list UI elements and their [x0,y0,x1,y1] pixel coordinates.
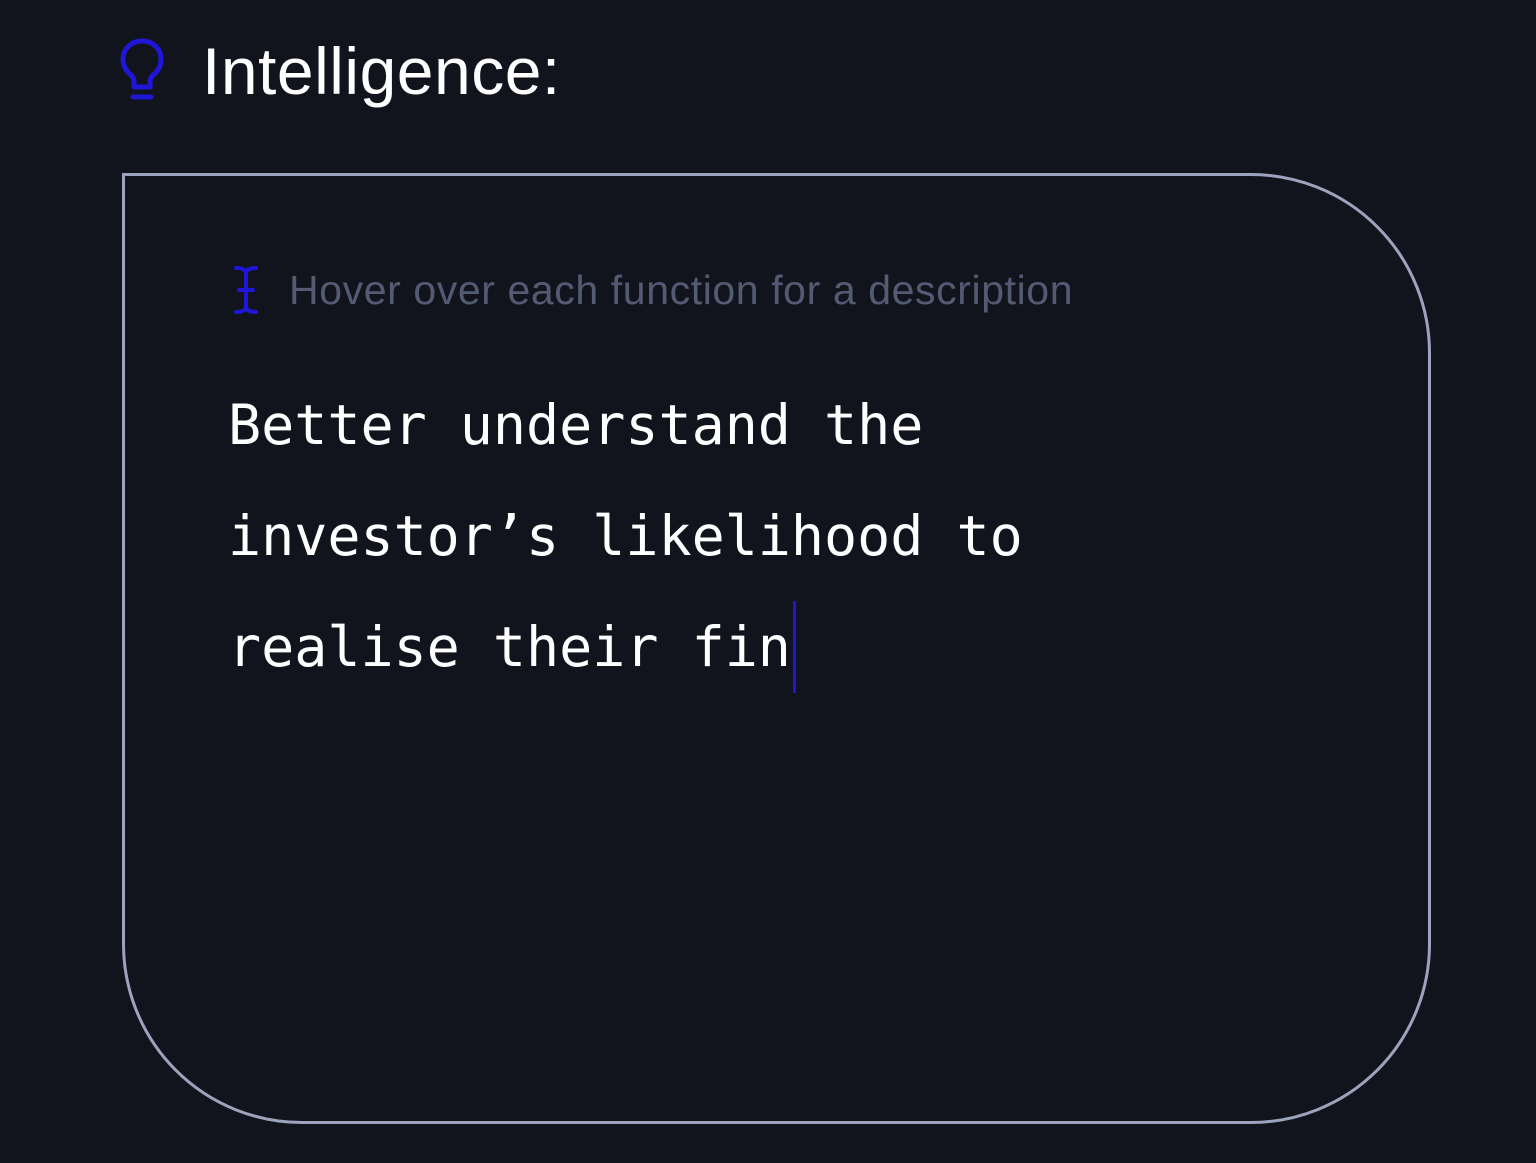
hint-text: Hover over each function for a descripti… [289,266,1074,313]
text-cursor-icon [231,264,261,316]
page: Intelligence: Hover over each function f… [0,0,1536,1163]
typed-line-2: investor’s likelihood to [228,504,1023,568]
description-card: Hover over each function for a descripti… [122,173,1431,1124]
section-header: Intelligence: [116,26,561,116]
section-title: Intelligence: [202,34,561,108]
hint-row: Hover over each function for a descripti… [231,262,1073,318]
typed-description[interactable]: Better understand the investor’s likelih… [228,370,1328,703]
typing-caret [792,600,796,693]
lightbulb-icon [116,35,168,107]
typed-line-3-text: realise their fin [228,615,791,679]
typed-line-3: realise their fin [228,592,1328,703]
typed-line-1: Better understand the [228,393,924,457]
